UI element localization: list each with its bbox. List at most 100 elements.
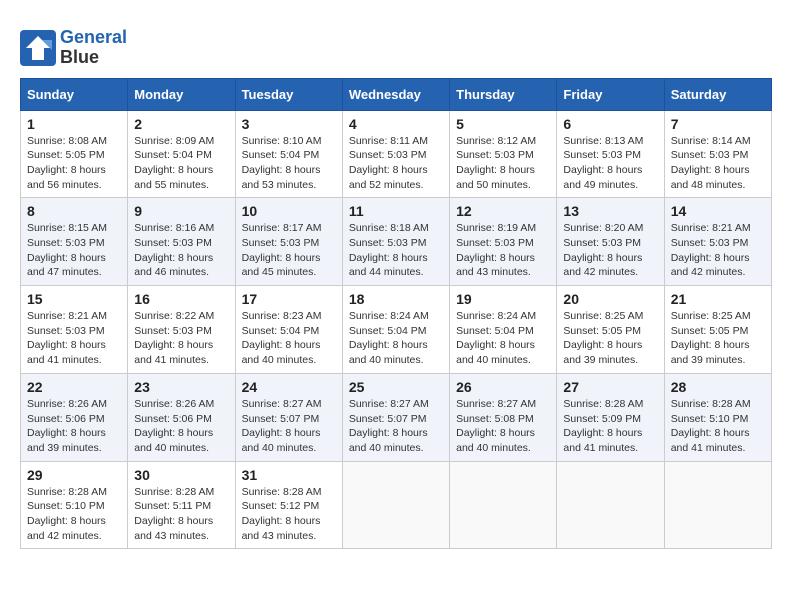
- calendar-cell: 21 Sunrise: 8:25 AMSunset: 5:05 PMDayligh…: [664, 286, 771, 374]
- weekday-header-tuesday: Tuesday: [235, 78, 342, 110]
- calendar-table: SundayMondayTuesdayWednesdayThursdayFrid…: [20, 78, 772, 550]
- day-info: Sunrise: 8:28 AMSunset: 5:12 PMDaylight:…: [242, 485, 336, 544]
- day-number: 28: [671, 379, 765, 395]
- day-info: Sunrise: 8:08 AMSunset: 5:05 PMDaylight:…: [27, 134, 121, 193]
- calendar-cell: 26 Sunrise: 8:27 AMSunset: 5:08 PMDayligh…: [450, 373, 557, 461]
- calendar-week-row: 1 Sunrise: 8:08 AMSunset: 5:05 PMDaylight…: [21, 110, 772, 198]
- day-number: 21: [671, 291, 765, 307]
- calendar-cell: 9 Sunrise: 8:16 AMSunset: 5:03 PMDaylight…: [128, 198, 235, 286]
- calendar-cell: 27Sunrise: 8:28 AMSunset: 5:09 PMDayligh…: [557, 373, 664, 461]
- calendar-cell: 14 Sunrise: 8:21 AMSunset: 5:03 PMDayligh…: [664, 198, 771, 286]
- day-info: Sunrise: 8:26 AMSunset: 5:06 PMDaylight:…: [134, 397, 228, 456]
- day-number: 7: [671, 116, 765, 132]
- day-number: 19: [456, 291, 550, 307]
- day-number: 10: [242, 203, 336, 219]
- day-info: Sunrise: 8:27 AMSunset: 5:07 PMDaylight:…: [349, 397, 443, 456]
- day-info: Sunrise: 8:25 AMSunset: 5:05 PMDaylight:…: [671, 309, 765, 368]
- day-info: Sunrise: 8:17 AMSunset: 5:03 PMDaylight:…: [242, 221, 336, 280]
- day-info: Sunrise: 8:22 AMSunset: 5:03 PMDaylight:…: [134, 309, 228, 368]
- calendar-cell: 13 Sunrise: 8:20 AMSunset: 5:03 PMDayligh…: [557, 198, 664, 286]
- calendar-cell: 10 Sunrise: 8:17 AMSunset: 5:03 PMDayligh…: [235, 198, 342, 286]
- calendar-cell: 16 Sunrise: 8:22 AMSunset: 5:03 PMDayligh…: [128, 286, 235, 374]
- logo-line2: Blue: [60, 47, 99, 67]
- calendar-cell: 2 Sunrise: 8:09 AMSunset: 5:04 PMDaylight…: [128, 110, 235, 198]
- day-info: Sunrise: 8:25 AMSunset: 5:05 PMDaylight:…: [563, 309, 657, 368]
- calendar-cell: 3 Sunrise: 8:10 AMSunset: 5:04 PMDaylight…: [235, 110, 342, 198]
- calendar-cell: 11Sunrise: 8:18 AMSunset: 5:03 PMDayligh…: [342, 198, 449, 286]
- weekday-header-friday: Friday: [557, 78, 664, 110]
- weekday-header-sunday: Sunday: [21, 78, 128, 110]
- calendar-week-row: 8 Sunrise: 8:15 AMSunset: 5:03 PMDaylight…: [21, 198, 772, 286]
- calendar-cell: 20 Sunrise: 8:25 AMSunset: 5:05 PMDayligh…: [557, 286, 664, 374]
- calendar-cell: 12 Sunrise: 8:19 AMSunset: 5:03 PMDayligh…: [450, 198, 557, 286]
- calendar-week-row: 29 Sunrise: 8:28 AMSunset: 5:10 PMDayligh…: [21, 461, 772, 549]
- day-number: 4: [349, 116, 443, 132]
- day-number: 2: [134, 116, 228, 132]
- day-number: 9: [134, 203, 228, 219]
- day-number: 27: [563, 379, 657, 395]
- day-number: 25: [349, 379, 443, 395]
- calendar-cell: 4 Sunrise: 8:11 AMSunset: 5:03 PMDaylight…: [342, 110, 449, 198]
- day-info: Sunrise: 8:13 AMSunset: 5:03 PMDaylight:…: [563, 134, 657, 193]
- day-number: 12: [456, 203, 550, 219]
- header-row: SundayMondayTuesdayWednesdayThursdayFrid…: [21, 78, 772, 110]
- calendar-cell: [557, 461, 664, 549]
- day-info: Sunrise: 8:19 AMSunset: 5:03 PMDaylight:…: [456, 221, 550, 280]
- day-number: 31: [242, 467, 336, 483]
- day-info: Sunrise: 8:09 AMSunset: 5:04 PMDaylight:…: [134, 134, 228, 193]
- day-info: Sunrise: 8:21 AMSunset: 5:03 PMDaylight:…: [27, 309, 121, 368]
- day-info: Sunrise: 8:24 AMSunset: 5:04 PMDaylight:…: [456, 309, 550, 368]
- day-info: Sunrise: 8:12 AMSunset: 5:03 PMDaylight:…: [456, 134, 550, 193]
- day-number: 26: [456, 379, 550, 395]
- calendar-cell: 15 Sunrise: 8:21 AMSunset: 5:03 PMDayligh…: [21, 286, 128, 374]
- day-number: 14: [671, 203, 765, 219]
- day-number: 13: [563, 203, 657, 219]
- day-info: Sunrise: 8:28 AMSunset: 5:10 PMDaylight:…: [671, 397, 765, 456]
- day-info: Sunrise: 8:15 AMSunset: 5:03 PMDaylight:…: [27, 221, 121, 280]
- calendar-cell: 31 Sunrise: 8:28 AMSunset: 5:12 PMDayligh…: [235, 461, 342, 549]
- calendar-cell: 25 Sunrise: 8:27 AMSunset: 5:07 PMDayligh…: [342, 373, 449, 461]
- day-info: Sunrise: 8:28 AMSunset: 5:10 PMDaylight:…: [27, 485, 121, 544]
- day-number: 18: [349, 291, 443, 307]
- day-info: Sunrise: 8:24 AMSunset: 5:04 PMDaylight:…: [349, 309, 443, 368]
- day-number: 30: [134, 467, 228, 483]
- day-number: 16: [134, 291, 228, 307]
- day-info: Sunrise: 8:20 AMSunset: 5:03 PMDaylight:…: [563, 221, 657, 280]
- day-number: 5: [456, 116, 550, 132]
- day-info: Sunrise: 8:10 AMSunset: 5:04 PMDaylight:…: [242, 134, 336, 193]
- day-number: 29: [27, 467, 121, 483]
- calendar-cell: 22Sunrise: 8:26 AMSunset: 5:06 PMDayligh…: [21, 373, 128, 461]
- day-info: Sunrise: 8:14 AMSunset: 5:03 PMDaylight:…: [671, 134, 765, 193]
- day-info: Sunrise: 8:16 AMSunset: 5:03 PMDaylight:…: [134, 221, 228, 280]
- logo-text: General Blue: [60, 28, 127, 68]
- calendar-cell: 18 Sunrise: 8:24 AMSunset: 5:04 PMDayligh…: [342, 286, 449, 374]
- day-number: 23: [134, 379, 228, 395]
- weekday-header-monday: Monday: [128, 78, 235, 110]
- day-number: 1: [27, 116, 121, 132]
- day-info: Sunrise: 8:28 AMSunset: 5:11 PMDaylight:…: [134, 485, 228, 544]
- day-number: 17: [242, 291, 336, 307]
- calendar-cell: 1 Sunrise: 8:08 AMSunset: 5:05 PMDaylight…: [21, 110, 128, 198]
- day-info: Sunrise: 8:27 AMSunset: 5:08 PMDaylight:…: [456, 397, 550, 456]
- logo: General Blue: [20, 28, 127, 68]
- day-number: 8: [27, 203, 121, 219]
- day-info: Sunrise: 8:11 AMSunset: 5:03 PMDaylight:…: [349, 134, 443, 193]
- day-number: 11: [349, 203, 443, 219]
- day-number: 3: [242, 116, 336, 132]
- day-info: Sunrise: 8:27 AMSunset: 5:07 PMDaylight:…: [242, 397, 336, 456]
- calendar-cell: [342, 461, 449, 549]
- header: General Blue: [20, 20, 772, 68]
- day-number: 20: [563, 291, 657, 307]
- calendar-cell: 24Sunrise: 8:27 AMSunset: 5:07 PMDayligh…: [235, 373, 342, 461]
- weekday-header-thursday: Thursday: [450, 78, 557, 110]
- day-number: 15: [27, 291, 121, 307]
- day-info: Sunrise: 8:26 AMSunset: 5:06 PMDaylight:…: [27, 397, 121, 456]
- day-number: 6: [563, 116, 657, 132]
- day-info: Sunrise: 8:23 AMSunset: 5:04 PMDaylight:…: [242, 309, 336, 368]
- calendar-cell: 23 Sunrise: 8:26 AMSunset: 5:06 PMDayligh…: [128, 373, 235, 461]
- day-info: Sunrise: 8:21 AMSunset: 5:03 PMDaylight:…: [671, 221, 765, 280]
- calendar-cell: 7 Sunrise: 8:14 AMSunset: 5:03 PMDaylight…: [664, 110, 771, 198]
- weekday-header-saturday: Saturday: [664, 78, 771, 110]
- calendar-week-row: 15 Sunrise: 8:21 AMSunset: 5:03 PMDayligh…: [21, 286, 772, 374]
- logo-icon: [20, 30, 56, 66]
